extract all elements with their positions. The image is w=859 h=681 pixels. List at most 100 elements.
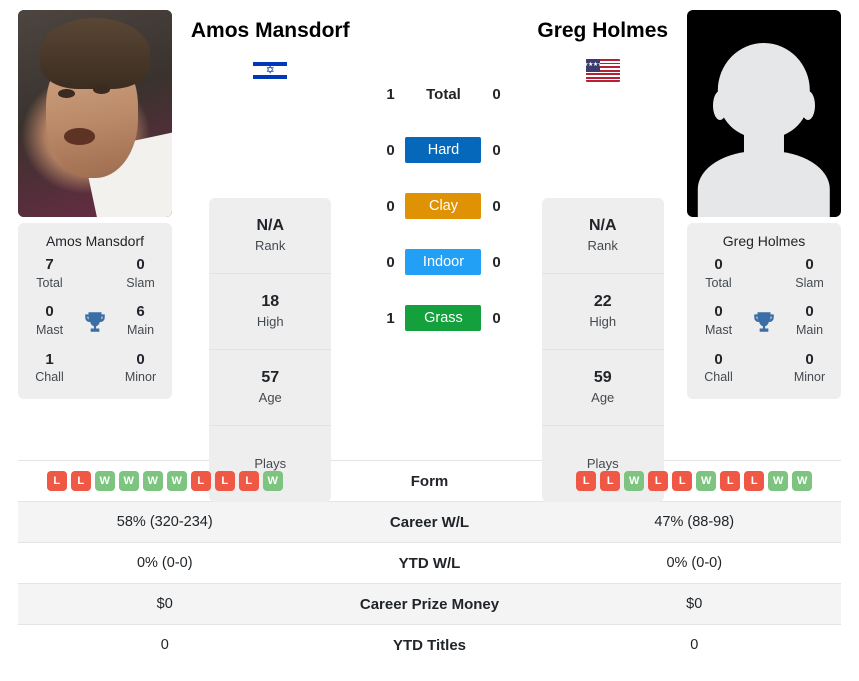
left-titles-mast: 0 Mast	[24, 304, 75, 339]
left-player-info-column: N/A Rank 18 High 57 Age Plays	[209, 198, 332, 503]
left-titles-total-label: Total	[36, 275, 63, 290]
left-player-titles-card: Amos Mansdorf 7 Total 0 Slam 0 Mast 6 Ma…	[18, 223, 172, 399]
right-titles-chall-value: 0	[714, 350, 723, 368]
left-player-name[interactable]: Amos Mansdorf	[191, 18, 350, 43]
right-titles-minor-label: Minor	[793, 370, 826, 384]
right-titles-slam: 0 Slam	[784, 256, 835, 292]
row-label-career-wl: Career W/L	[389, 513, 470, 531]
right-high-box: 22 High	[541, 274, 664, 351]
form-badge-l: L	[744, 471, 765, 491]
flag-stripe	[585, 73, 620, 76]
right-titles-mast-value: 0	[714, 303, 723, 321]
right-ytd-wl: 0% (0-0)	[666, 555, 723, 571]
form-badge-l: L	[190, 471, 211, 491]
right-player-photo[interactable]	[687, 10, 841, 217]
right-titles-slam-value: 0	[805, 256, 814, 273]
table-row-form: LLWWWWLLLW Form LLWLLWLLWW	[18, 460, 841, 501]
right-player-column: Greg Holmes 0 Total 0 Slam 0 Mast 0 Main…	[687, 10, 841, 399]
right-titles-chall: 0 Chall	[693, 350, 744, 387]
surface-row-hard: 0 Hard 0	[368, 122, 518, 178]
form-badge-l: L	[720, 471, 741, 491]
form-badge-w: W	[94, 471, 115, 491]
left-age-value: 57	[261, 368, 280, 386]
surface-label-hard: Hard	[405, 137, 482, 163]
trophy-icon	[744, 309, 784, 335]
row-label-ytd-wl: YTD W/L	[398, 554, 461, 572]
photo-eye-left	[58, 88, 75, 98]
left-rank-box: N/A Rank	[209, 198, 332, 275]
photo-eye-right	[93, 84, 111, 94]
flag-canton: ★★★★★★	[585, 59, 600, 72]
right-player-name[interactable]: Greg Holmes	[537, 18, 668, 43]
left-ytd-wl: 0% (0-0)	[136, 555, 193, 571]
right-form-cell: LLWLLWLLWW	[548, 471, 842, 491]
right-career-wl: 47% (88-98)	[654, 514, 735, 530]
photo-mouth	[64, 127, 95, 145]
left-titles-total-value: 7	[45, 256, 54, 273]
right-high-value: 22	[593, 292, 612, 310]
right-titles-main-label: Main	[795, 322, 824, 337]
right-grass-wins: 0	[492, 309, 501, 327]
flag-stripe	[585, 80, 620, 83]
left-titles-main: 6 Main	[115, 304, 166, 339]
avatar-placeholder-ear	[713, 90, 728, 120]
form-badge-w: W	[624, 471, 645, 491]
left-player-photo[interactable]	[18, 10, 172, 217]
left-titles-chall-value: 1	[45, 350, 54, 368]
right-player-titles-card: Greg Holmes 0 Total 0 Slam 0 Mast 0 Main…	[687, 223, 841, 399]
form-badge-l: L	[600, 471, 621, 491]
left-career-prize-money: $0	[156, 596, 173, 612]
right-total-wins: 0	[492, 85, 501, 103]
right-titles-slam-label: Slam	[795, 275, 824, 290]
right-indoor-wins: 0	[492, 253, 501, 271]
left-titles-grid: 7 Total 0 Slam 0 Mast 6 Main 1 Chall 0 M…	[24, 256, 166, 387]
star-of-david-icon: ✡	[265, 64, 275, 77]
left-form-badges: LLWWWWLLLW	[46, 471, 283, 491]
right-titles-total-value: 0	[714, 256, 723, 273]
surface-label-indoor: Indoor	[405, 249, 482, 275]
row-label-career-prize-money: Career Prize Money	[359, 595, 500, 613]
left-age-box: 57 Age	[209, 350, 332, 427]
trophy-icon	[75, 309, 115, 335]
left-titles-slam-label: Slam	[126, 275, 155, 290]
left-hard-wins: 0	[386, 141, 395, 159]
left-player-header: Amos Mansdorf ✡ N/A Rank 18 High 57 Age	[172, 10, 368, 503]
surface-label-total: Total	[426, 85, 461, 103]
form-badge-l: L	[672, 471, 693, 491]
form-badge-w: W	[142, 471, 163, 491]
right-rank-box: N/A Rank	[541, 198, 664, 275]
surface-row-grass: 1 Grass 0	[368, 290, 518, 346]
form-badge-l: L	[648, 471, 669, 491]
right-titles-main-value: 0	[805, 303, 814, 321]
right-player-info-column: N/A Rank 22 High 59 Age Plays	[541, 198, 664, 503]
left-grass-wins: 1	[386, 309, 395, 327]
right-age-label: Age	[591, 389, 615, 405]
avatar-placeholder-head	[717, 43, 811, 139]
israel-flag-icon: ✡	[253, 59, 288, 83]
surface-row-indoor: 0 Indoor 0	[368, 234, 518, 290]
form-badge-w: W	[792, 471, 813, 491]
row-label-ytd-titles: YTD Titles	[392, 636, 467, 654]
surface-label-clay: Clay	[405, 193, 482, 219]
left-titles-mast-value: 0	[45, 303, 54, 321]
player-comparison-page: Amos Mansdorf 7 Total 0 Slam 0 Mast 6 Ma…	[0, 0, 859, 681]
right-rank-value: N/A	[588, 216, 617, 234]
right-age-box: 59 Age	[541, 350, 664, 427]
form-badge-w: W	[262, 471, 283, 491]
right-career-prize-money: $0	[686, 596, 703, 612]
table-row-ytd-wl: 0% (0-0) YTD W/L 0% (0-0)	[18, 542, 841, 583]
players-compare-panel: Amos Mansdorf 7 Total 0 Slam 0 Mast 6 Ma…	[0, 0, 859, 503]
left-rank-label: Rank	[255, 237, 286, 253]
form-badge-w: W	[118, 471, 139, 491]
form-badge-w: W	[696, 471, 717, 491]
left-titles-minor-label: Minor	[124, 370, 157, 384]
form-badge-l: L	[214, 471, 235, 491]
left-ytd-titles: 0	[160, 637, 169, 653]
avatar-placeholder-ear	[800, 90, 815, 120]
right-hard-wins: 0	[492, 141, 501, 159]
table-row-career-wl: 58% (320-234) Career W/L 47% (88-98)	[18, 501, 841, 542]
right-titles-grid: 0 Total 0 Slam 0 Mast 0 Main 0 Chall 0 M…	[693, 256, 835, 387]
left-titles-slam-value: 0	[136, 256, 145, 273]
left-titles-slam: 0 Slam	[115, 256, 166, 292]
left-high-value: 18	[261, 292, 280, 310]
